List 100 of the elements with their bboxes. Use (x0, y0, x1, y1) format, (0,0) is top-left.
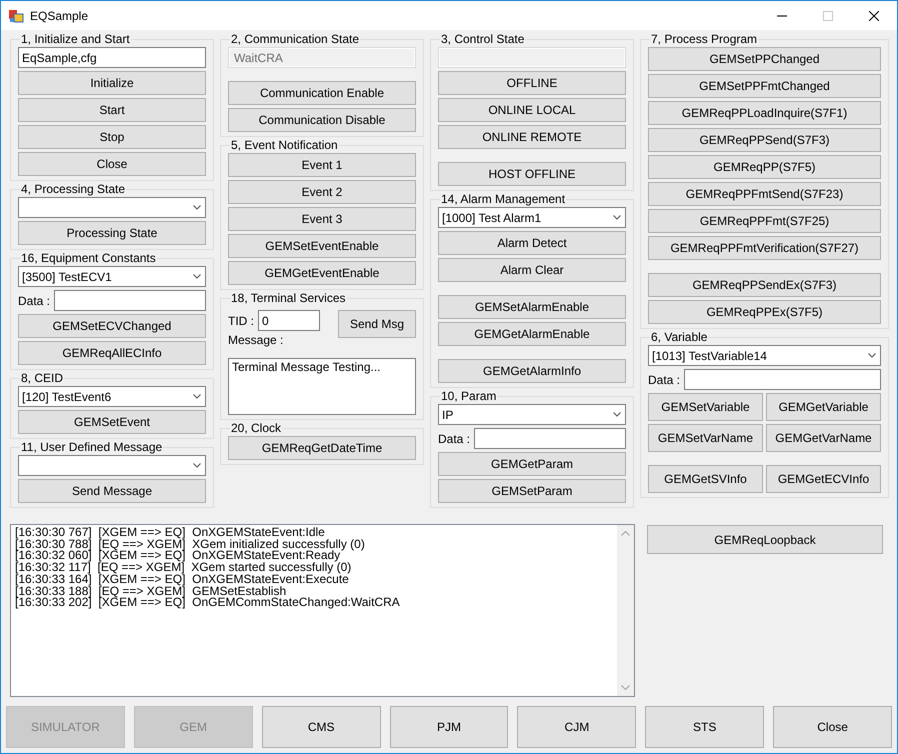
button[interactable]: ONLINE LOCAL (438, 98, 626, 122)
dropdown[interactable]: [3500] TestECV1 (18, 266, 206, 287)
button[interactable]: Event 1 (228, 153, 416, 177)
button[interactable]: GEMReqPPFmtVerification(S7F27) (648, 236, 881, 260)
group-title: 6, Variable (650, 331, 708, 344)
dropdown[interactable] (18, 197, 206, 218)
button[interactable]: GEMSetPPFmtChanged (648, 74, 881, 98)
button[interactable]: GEMGetVarName (766, 424, 881, 452)
log-line: [16:30:33 188] [EQ ==> XGEM] GEMSetEstablish (15, 586, 286, 598)
data-field[interactable] (54, 290, 206, 311)
button[interactable]: CMS (262, 706, 381, 748)
app-icon (8, 8, 24, 24)
group-title: 7, Process Program (650, 33, 758, 46)
scroll-down-icon (621, 685, 630, 690)
log-line: [16:30:33 202] [XGEM ==> EQ] OnGEMCommStateChanged:WaitCRA (15, 597, 401, 609)
button[interactable]: GEMSetEvent (18, 410, 206, 434)
button[interactable]: Communication Enable (228, 81, 416, 105)
button[interactable]: Stop (18, 125, 206, 149)
button[interactable]: Close (18, 152, 206, 176)
readonly-field: WaitCRA (228, 47, 416, 68)
text-field[interactable]: EqSample,cfg (18, 47, 206, 68)
button[interactable]: GEMSetVariable (648, 393, 763, 421)
dropdown[interactable]: [1000] Test Alarm1 (438, 207, 626, 228)
dropdown[interactable]: IP (438, 404, 626, 425)
chevron-icon (868, 353, 876, 358)
button[interactable]: GEMSetVarName (648, 424, 763, 452)
message-field[interactable]: Terminal Message Testing... (228, 358, 416, 415)
send-button[interactable]: Send Msg (338, 310, 416, 338)
dropdown-value: [1000] Test Alarm1 (442, 210, 542, 226)
button[interactable]: GEMReqAllECInfo (18, 341, 206, 365)
group-title: 16, Equipment Constants (20, 252, 157, 265)
button[interactable]: GEMGetParam (438, 452, 626, 476)
scrollbar[interactable] (617, 525, 634, 696)
button[interactable]: GEMSetParam (438, 479, 626, 503)
button[interactable]: GEMReqGetDateTime (228, 436, 416, 460)
data-field[interactable] (474, 428, 626, 449)
close-icon[interactable] (869, 10, 879, 20)
button[interactable]: Processing State (18, 221, 206, 245)
button[interactable]: GEMReqLoopback (647, 525, 883, 554)
button[interactable]: Event 3 (228, 207, 416, 231)
chevron-icon (613, 215, 621, 220)
group-title: 2, Communication State (230, 33, 360, 46)
data-field[interactable] (684, 369, 881, 390)
button[interactable]: GEMGetAlarmEnable (438, 322, 626, 346)
button[interactable]: Initialize (18, 71, 206, 95)
button[interactable]: GEMReqPPEx(S7F5) (648, 300, 881, 324)
button[interactable]: STS (645, 706, 764, 748)
button[interactable]: GEMGetVariable (766, 393, 881, 421)
button[interactable]: Start (18, 98, 206, 122)
dropdown[interactable] (18, 455, 206, 476)
button[interactable]: Alarm Clear (438, 258, 626, 282)
dropdown[interactable]: [120] TestEvent6 (18, 386, 206, 407)
message-label: Message : (228, 332, 284, 349)
button[interactable]: ONLINE REMOTE (438, 125, 626, 149)
button[interactable]: Communication Disable (228, 108, 416, 132)
chevron-icon (613, 412, 621, 417)
button[interactable]: GEMSetPPChanged (648, 47, 881, 71)
button[interactable]: Close (773, 706, 892, 748)
button[interactable]: GEMGetEventEnable (228, 261, 416, 285)
button[interactable]: GEMGetAlarmInfo (438, 359, 626, 383)
dropdown-value: [3500] TestECV1 (22, 268, 112, 286)
chevron-icon (193, 463, 201, 468)
log-line: [16:30:30 788] [EQ ==> XGEM] XGem initialized successfully (0) (15, 538, 366, 550)
dropdown-value: [120] TestEvent6 (22, 388, 112, 406)
button[interactable]: GEMSetECVChanged (18, 314, 206, 338)
button[interactable]: GEMReqPPSend(S7F3) (648, 128, 881, 152)
dropdown-value: IP (442, 406, 454, 424)
button[interactable]: GEMReqPPSendEx(S7F3) (648, 273, 881, 297)
chevron-icon (193, 394, 201, 399)
group-title: 4, Processing State (20, 183, 126, 196)
scroll-up-icon (621, 531, 630, 536)
group-title: 11, User Defined Message (20, 441, 164, 454)
group-title: 18, Terminal Services (230, 292, 346, 305)
button[interactable]: GEMGetECVInfo (766, 465, 881, 493)
button[interactable]: Alarm Detect (438, 231, 626, 255)
button[interactable]: GEMGetSVInfo (648, 465, 763, 493)
button[interactable]: OFFLINE (438, 71, 626, 95)
tid-label: TID : (228, 312, 254, 330)
group-title: 1, Initialize and Start (20, 33, 131, 46)
button[interactable]: CJM (517, 706, 636, 748)
button[interactable]: GEMReqPPFmtSend(S7F23) (648, 182, 881, 206)
log-line: [16:30:32 060] [XGEM ==> EQ] OnXGEMStateEvent:Ready (15, 550, 340, 562)
log-line: [16:30:30 767] [XGEM ==> EQ] OnXGEMStateEvent:Idle (15, 527, 326, 539)
button[interactable]: GEMReqPPFmt(S7F25) (648, 209, 881, 233)
button[interactable]: GEMReqPPLoadInquire(S7F1) (648, 101, 881, 125)
group-title: 8, CEID (20, 372, 64, 385)
button[interactable]: GEMSetEventEnable (228, 234, 416, 258)
data-label: Data : (438, 430, 470, 448)
tid-field[interactable]: 0 (258, 310, 320, 331)
button[interactable]: GEMReqPP(S7F5) (648, 155, 881, 179)
data-label: Data : (18, 292, 50, 310)
button[interactable]: PJM (390, 706, 508, 748)
button[interactable]: Send Message (18, 479, 206, 503)
button[interactable]: HOST OFFLINE (438, 162, 626, 186)
group-title: 20, Clock (230, 422, 282, 435)
button[interactable]: Event 2 (228, 180, 416, 204)
button[interactable]: GEMSetAlarmEnable (438, 295, 626, 319)
dropdown[interactable]: [1013] TestVariable14 (648, 345, 881, 366)
chevron-icon (193, 205, 201, 210)
group-title: 3, Control State (440, 33, 526, 46)
